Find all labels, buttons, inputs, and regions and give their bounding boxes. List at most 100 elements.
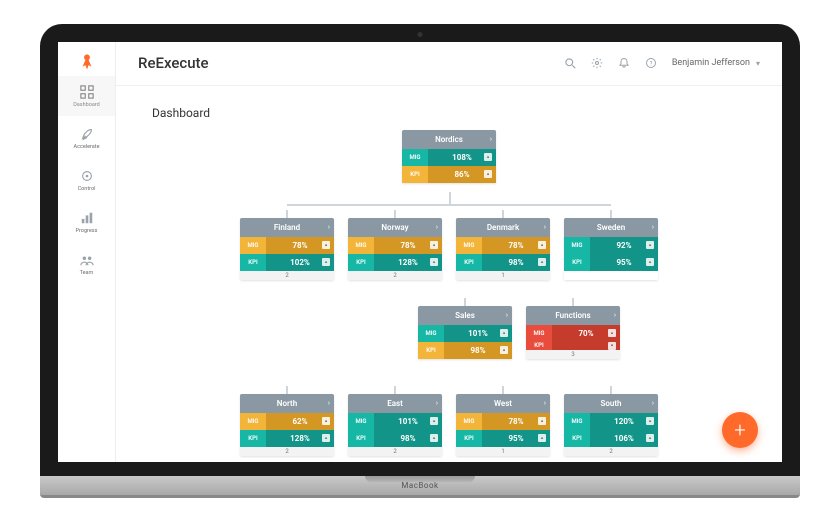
screen-bezel: Dashboard Accelerate Control Progress [40, 24, 800, 476]
tree-card[interactable]: Finland›MIG78%▪KPI102%▪2 [240, 218, 334, 280]
chevron-right-icon[interactable]: › [328, 399, 330, 407]
search-icon[interactable] [564, 57, 577, 70]
user-menu[interactable]: Benjamin Jefferson ▾ [672, 58, 760, 68]
metric-value-kpi: 128%▪ [266, 430, 334, 447]
card-title: East› [348, 394, 442, 413]
tree-card[interactable]: Functions›MIG70%▪KPI▪3 [526, 306, 620, 359]
sidebar-item-team[interactable]: Team [58, 244, 115, 284]
target-icon [79, 168, 95, 184]
status-badge: ▪ [430, 258, 438, 266]
ribbon-icon [77, 52, 97, 72]
tree-card[interactable]: Sales›MIG101%▪KPI98%▪ [418, 306, 512, 359]
status-badge: ▪ [500, 329, 508, 337]
status-badge: ▪ [430, 417, 438, 425]
tree-card[interactable]: Norway›MIG78%▪KPI128%▪2 [348, 218, 442, 280]
metric-label-mig: MIG [456, 237, 482, 254]
bell-icon[interactable] [618, 57, 631, 70]
card-footer: 1 [456, 447, 550, 456]
connector [286, 386, 288, 394]
content: Dashboard Nordics›MIG108%▪KPI86%▪ Finlan… [116, 86, 782, 462]
add-button[interactable]: + [722, 412, 758, 448]
metric-label-kpi: KPI [240, 254, 266, 271]
chevron-right-icon[interactable]: › [328, 223, 330, 231]
status-badge: ▪ [322, 434, 330, 442]
tree-card[interactable]: Denmark›MIG78%▪KPI98%▪1 [456, 218, 550, 280]
chevron-right-icon[interactable]: › [436, 399, 438, 407]
metric-value-mig: 92%▪ [590, 237, 658, 254]
metric-value-kpi: 102%▪ [266, 254, 334, 271]
metric-value-mig: 78%▪ [266, 237, 334, 254]
status-badge: ▪ [500, 346, 508, 354]
metric-label-mig: MIG [402, 149, 428, 166]
topbar-actions: ? Benjamin Jefferson ▾ [564, 57, 760, 70]
topbar: ReExecute ? Benjamin Jefferson ▾ [116, 42, 782, 86]
gear-icon[interactable] [591, 57, 604, 70]
metric-label-kpi: KPI [526, 342, 552, 350]
chevron-right-icon[interactable]: › [490, 135, 492, 143]
metric-value-mig: 108%▪ [428, 149, 496, 166]
metric-label-mig: MIG [240, 237, 266, 254]
tree-card[interactable]: Sweden›MIG92%▪KPI95%▪ [564, 218, 658, 280]
sidebar-item-dashboard[interactable]: Dashboard [58, 76, 115, 116]
metric-label-mig: MIG [564, 413, 590, 430]
metric-label-mig: MIG [526, 325, 552, 342]
chevron-right-icon[interactable]: › [652, 223, 654, 231]
metric-label-kpi: KPI [564, 254, 590, 271]
chevron-right-icon[interactable]: › [652, 399, 654, 407]
rocket-icon [79, 126, 95, 142]
card-title: Sweden› [564, 218, 658, 237]
sidebar-item-control[interactable]: Control [58, 160, 115, 200]
card-title: Functions› [526, 306, 620, 325]
card-footer: 2 [348, 447, 442, 456]
status-badge: ▪ [430, 434, 438, 442]
tree-card[interactable]: West›MIG78%▪KPI95%▪1 [456, 394, 550, 456]
chevron-right-icon[interactable]: › [544, 223, 546, 231]
status-badge: ▪ [322, 258, 330, 266]
tree-card[interactable]: North›MIG62%▪KPI128%▪2 [240, 394, 334, 456]
tree-row-level3: North›MIG62%▪KPI128%▪2East›MIG101%▪KPI98… [146, 394, 752, 456]
chevron-right-icon[interactable]: › [506, 311, 508, 319]
tree-row-root: Nordics›MIG108%▪KPI86%▪ [146, 130, 752, 183]
connector [464, 298, 466, 306]
metric-value-kpi: 95%▪ [482, 430, 550, 447]
sidebar-item-progress[interactable]: Progress [58, 202, 115, 242]
metric-label-mig: MIG [240, 413, 266, 430]
card-title: Norway› [348, 218, 442, 237]
metric-value-kpi: ▪ [552, 342, 620, 350]
status-badge: ▪ [646, 241, 654, 249]
screen: Dashboard Accelerate Control Progress [58, 42, 782, 462]
chevron-right-icon[interactable]: › [544, 399, 546, 407]
metric-label-kpi: KPI [240, 430, 266, 447]
chevron-down-icon: ▾ [756, 59, 760, 68]
card-footer: 2 [348, 271, 442, 280]
people-icon [79, 252, 95, 268]
card-title: North› [240, 394, 334, 413]
app-logo[interactable] [75, 50, 99, 74]
tree-card[interactable]: East›MIG101%▪KPI98%▪2 [348, 394, 442, 456]
metric-label-kpi: KPI [418, 342, 444, 359]
metric-label-mig: MIG [418, 325, 444, 342]
metric-value-kpi: 106%▪ [590, 430, 658, 447]
tree-card[interactable]: South›MIG120%▪KPI106%▪2 [564, 394, 658, 456]
chevron-right-icon[interactable]: › [614, 311, 616, 319]
metric-label-kpi: KPI [348, 430, 374, 447]
metric-label-kpi: KPI [348, 254, 374, 271]
card-footer: 2 [240, 271, 334, 280]
grid-icon [79, 84, 95, 100]
sidebar-item-accelerate[interactable]: Accelerate [58, 118, 115, 158]
metric-value-kpi: 98%▪ [482, 254, 550, 271]
metric-label-kpi: KPI [456, 430, 482, 447]
help-icon[interactable]: ? [645, 57, 658, 70]
status-badge: ▪ [484, 170, 492, 178]
app-root: Dashboard Accelerate Control Progress [58, 42, 782, 462]
metric-value-mig: 78%▪ [482, 237, 550, 254]
bar-chart-icon [79, 210, 95, 226]
metric-value-kpi: 98%▪ [374, 430, 442, 447]
sidebar: Dashboard Accelerate Control Progress [58, 42, 116, 462]
chevron-right-icon[interactable]: › [436, 223, 438, 231]
org-tree: Nordics›MIG108%▪KPI86%▪ Finland›MIG78%▪K… [146, 130, 752, 450]
card-footer: 1 [456, 271, 550, 280]
laptop-brand: MacBook [401, 481, 438, 490]
sidebar-item-label: Progress [76, 228, 98, 234]
tree-card[interactable]: Nordics›MIG108%▪KPI86%▪ [402, 130, 496, 183]
